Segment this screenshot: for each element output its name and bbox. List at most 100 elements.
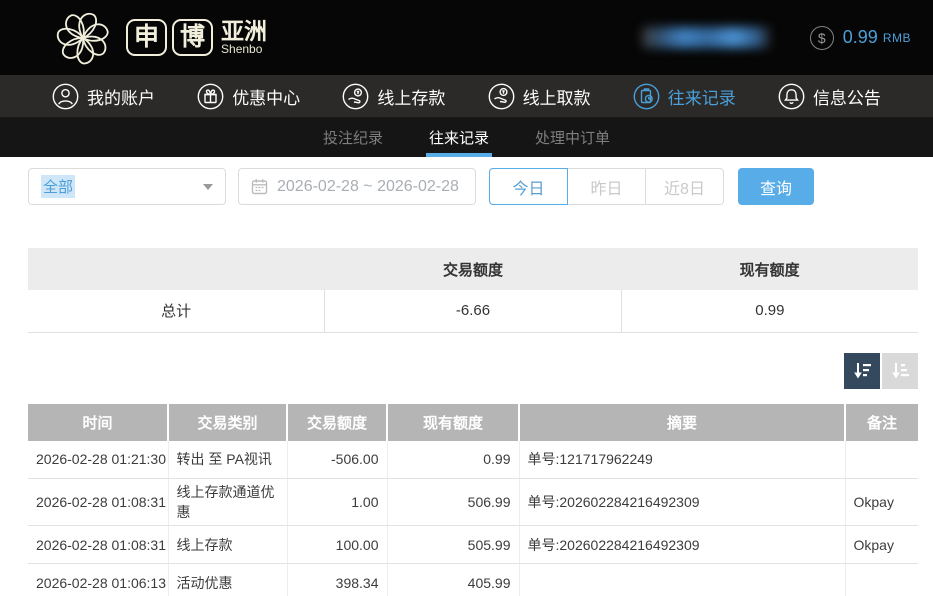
col-header-summary: 摘要 [519, 404, 845, 441]
cell-balance: 506.99 [387, 479, 519, 526]
col-header-balance: 现有额度 [387, 404, 519, 441]
nav-item-transaction-records[interactable]: 往来记录 [633, 83, 736, 110]
cell-summary: 单号:121717962249 [519, 441, 845, 479]
nav-label: 信息公告 [813, 84, 881, 109]
cell-remark [845, 441, 918, 479]
date-range-value: 2026-02-28 ~ 2026-02-28 [277, 178, 459, 196]
table-row: 2026-02-28 01:08:31 线上存款 100.00 505.99 单… [28, 526, 918, 564]
tab-pending-orders[interactable]: 处理中订单 [512, 118, 633, 157]
nav-item-announcements[interactable]: 信息公告 [778, 83, 881, 110]
cell-remark: Okpay [845, 479, 918, 526]
sort-ascending-icon [889, 360, 911, 382]
cell-balance: 0.99 [387, 441, 519, 479]
record-subtabs: 投注纪录 往来记录 处理中订单 [0, 118, 933, 157]
logo-char-2: 博 [172, 19, 213, 56]
summary-trade-total: -6.66 [325, 290, 622, 332]
sort-ascending-button[interactable] [882, 353, 918, 389]
cell-summary: 单号:202602284216492309 [519, 479, 845, 526]
cell-type: 线上存款通道优惠 [168, 479, 287, 526]
records-icon [633, 83, 660, 110]
bell-icon [778, 83, 805, 110]
cell-type: 转出 至 PA视讯 [168, 441, 287, 479]
cell-amount: 398.34 [287, 564, 387, 596]
sort-descending-button[interactable] [844, 353, 880, 389]
cell-time: 2026-02-28 01:06:13 [28, 564, 168, 596]
nav-label: 线上取款 [523, 84, 591, 109]
logo-subtitle: Shenbo [221, 43, 267, 56]
col-header-time: 时间 [28, 404, 168, 441]
chevron-down-icon [203, 184, 213, 190]
tab-label: 投注纪录 [323, 127, 383, 148]
gift-icon [197, 83, 224, 110]
nav-item-withdraw[interactable]: 线上取款 [488, 83, 591, 110]
nav-item-my-account[interactable]: 我的账户 [52, 83, 155, 110]
table-row: 2026-02-28 01:08:31 线上存款通道优惠 1.00 506.99… [28, 479, 918, 526]
summary-table: 交易额度 现有额度 总计 -6.66 0.99 [28, 248, 918, 333]
nav-item-promotions[interactable]: 优惠中心 [197, 83, 300, 110]
date-range-input[interactable]: 2026-02-28 ~ 2026-02-28 [238, 168, 476, 205]
table-row: 2026-02-28 01:21:30 转出 至 PA视讯 -506.00 0.… [28, 441, 918, 479]
cell-remark [845, 564, 918, 596]
cell-balance: 505.99 [387, 526, 519, 564]
cell-time: 2026-02-28 01:21:30 [28, 441, 168, 479]
brand-logo: 申 博 亚洲 Shenbo [50, 5, 267, 71]
summary-header-balance: 现有额度 [621, 248, 918, 290]
summary-header-row: 交易额度 现有额度 [28, 248, 918, 290]
nav-label: 优惠中心 [232, 84, 300, 109]
summary-balance-total: 0.99 [621, 290, 918, 332]
tab-label: 往来记录 [429, 127, 489, 148]
cell-amount: -506.00 [287, 441, 387, 479]
main-nav: 我的账户 优惠中心 线上存款 线上取款 往来 [0, 75, 933, 118]
flower-logo-icon [50, 5, 116, 71]
col-header-amount: 交易额度 [287, 404, 387, 441]
quick-range-today[interactable]: 今日 [489, 168, 568, 205]
sort-controls [28, 353, 918, 389]
quick-range-yesterday[interactable]: 昨日 [567, 168, 646, 205]
nav-label: 线上存款 [377, 84, 445, 109]
content-area: 全部 2026-02-28 ~ 2026-02-28 今日 昨日 近8日 查询 [0, 168, 933, 596]
cell-type: 线上存款 [168, 526, 287, 564]
cell-amount: 100.00 [287, 526, 387, 564]
nav-label: 我的账户 [87, 84, 155, 109]
col-header-remark: 备注 [845, 404, 918, 441]
filter-row: 全部 2026-02-28 ~ 2026-02-28 今日 昨日 近8日 查询 [28, 168, 918, 205]
cell-balance: 405.99 [387, 564, 519, 596]
type-select[interactable]: 全部 [28, 168, 226, 205]
cell-summary [519, 564, 845, 596]
user-icon [52, 83, 79, 110]
table-row: 2026-02-28 01:06:13 活动优惠 398.34 405.99 [28, 564, 918, 596]
nav-item-deposit[interactable]: 线上存款 [342, 83, 445, 110]
logo-region-text: 亚洲 [221, 19, 267, 43]
summary-total-label: 总计 [28, 290, 325, 332]
type-select-value: 全部 [41, 175, 75, 198]
records-header-row: 时间 交易类别 交易额度 现有额度 摘要 备注 [28, 404, 918, 441]
cell-amount: 1.00 [287, 479, 387, 526]
tab-transaction-records[interactable]: 往来记录 [406, 118, 512, 157]
username-redacted [642, 27, 770, 48]
logo-char-1: 申 [126, 19, 167, 56]
search-button[interactable]: 查询 [738, 168, 814, 205]
deposit-icon [342, 83, 369, 110]
balance-amount: 0.99 [843, 27, 878, 48]
calendar-icon [251, 178, 268, 195]
top-bar: 申 博 亚洲 Shenbo $ 0.99 RMB [0, 0, 933, 75]
nav-label: 往来记录 [668, 84, 736, 109]
quick-range-last8days[interactable]: 近8日 [645, 168, 724, 205]
sort-descending-icon [851, 360, 873, 382]
cell-time: 2026-02-28 01:08:31 [28, 526, 168, 564]
tab-label: 处理中订单 [535, 127, 610, 148]
cell-remark: Okpay [845, 526, 918, 564]
summary-total-row: 总计 -6.66 0.99 [28, 290, 918, 332]
summary-header-empty [28, 248, 325, 290]
summary-header-trade: 交易额度 [325, 248, 622, 290]
cell-type: 活动优惠 [168, 564, 287, 596]
quick-range-group: 今日 昨日 近8日 [489, 168, 724, 205]
records-table: 时间 交易类别 交易额度 现有额度 摘要 备注 2026-02-28 01:21… [28, 404, 918, 596]
dollar-circle-icon: $ [810, 26, 834, 50]
cell-time: 2026-02-28 01:08:31 [28, 479, 168, 526]
withdraw-icon [488, 83, 515, 110]
tab-betting-records[interactable]: 投注纪录 [300, 118, 406, 157]
balance-currency: RMB [883, 31, 911, 45]
cell-summary: 单号:202602284216492309 [519, 526, 845, 564]
col-header-type: 交易类别 [168, 404, 287, 441]
